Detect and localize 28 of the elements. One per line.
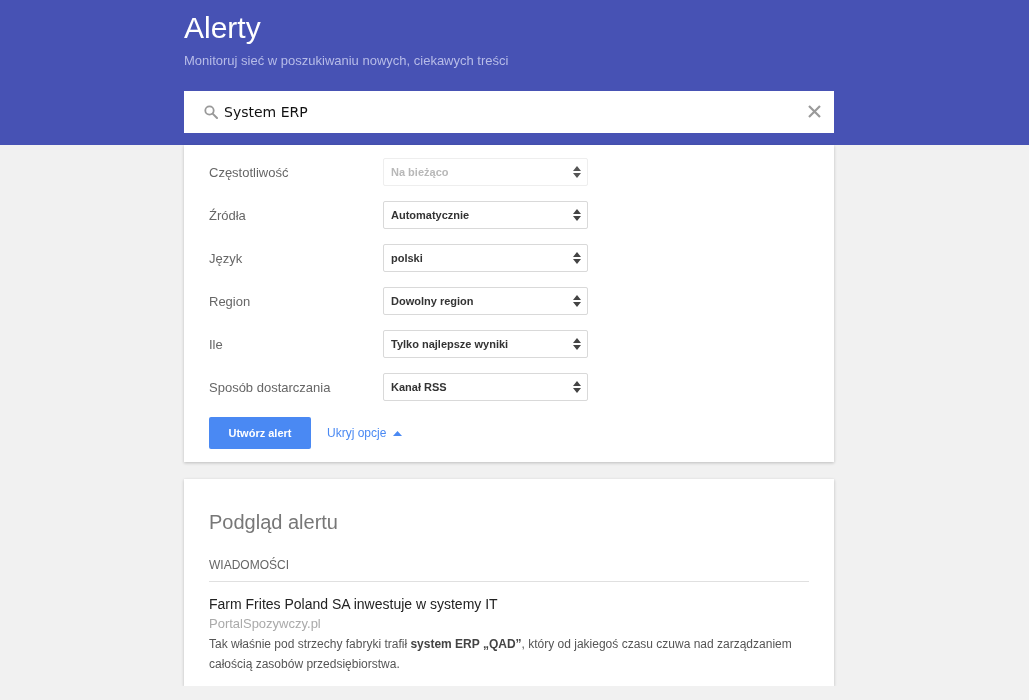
up-down-arrows-icon	[573, 252, 581, 264]
dropdown[interactable]: polski	[383, 244, 588, 272]
page-title: Alerty	[184, 10, 262, 46]
option-label: Język	[209, 250, 244, 266]
article-snippet: Tak właśnie pod strzechy fabryki trafił system ERP „QAD”, który od jakiegoś czasu czuwa nad zarządzaniem całością zasobów przedsiębiorstwa.	[209, 636, 793, 673]
search-icon	[204, 105, 218, 119]
up-down-arrows-icon	[573, 338, 581, 350]
preview-title: Podgląd alertu	[209, 510, 339, 535]
option-label: Źródła	[209, 207, 247, 223]
up-down-arrows-icon	[573, 295, 581, 307]
up-down-arrows-icon	[573, 166, 581, 178]
option-label: Ile	[209, 336, 224, 352]
article-source: PortalSpozywczy.pl	[209, 615, 322, 633]
option-label: Sposób dostarczania	[209, 379, 332, 395]
hide-options-link[interactable]: Ukryj opcje	[327, 426, 403, 440]
article-title-link[interactable]: Farm Frites Poland SA inwestuje w systemy IT	[209, 594, 809, 614]
option-label: Region	[209, 293, 252, 309]
dropdown[interactable]: Automatycznie	[383, 201, 588, 229]
up-down-arrows-icon	[573, 209, 581, 221]
dropdown[interactable]: Tylko najlepsze wyniki	[383, 330, 588, 358]
close-icon	[808, 105, 821, 118]
section-heading: WIADOMOŚCI	[209, 556, 809, 582]
page-subtitle: Monitoruj sieć w poszukiwaniu nowych, ciekawych treści	[184, 52, 510, 70]
dropdown[interactable]: Dowolny region	[383, 287, 588, 315]
dropdown[interactable]: Kanał RSS	[383, 373, 588, 401]
search-field[interactable]: System ERP	[184, 91, 834, 133]
up-down-arrows-icon	[573, 381, 581, 393]
option-label: Częstotliwość	[209, 164, 290, 180]
